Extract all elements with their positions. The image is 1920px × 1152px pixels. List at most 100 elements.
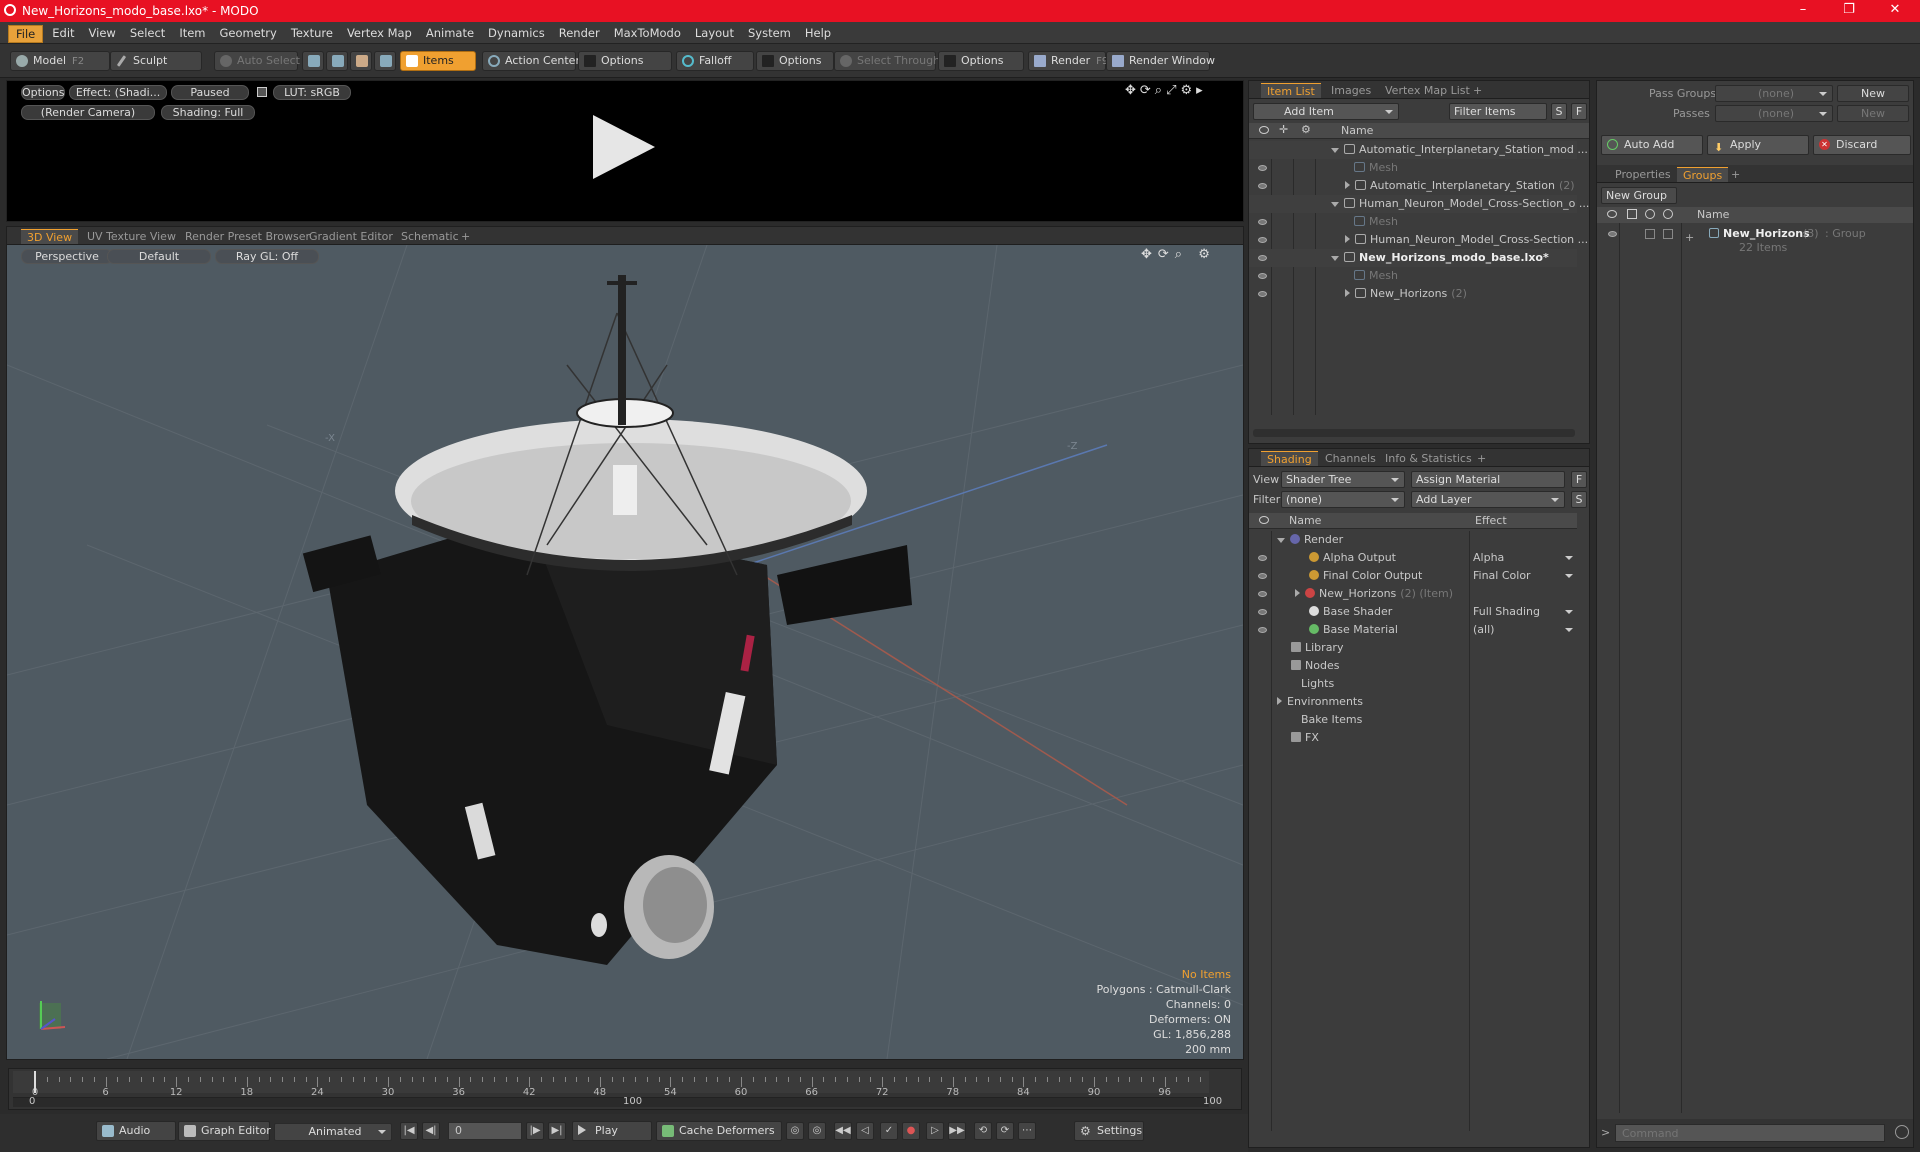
menu-vertex-map[interactable]: Vertex Map bbox=[340, 22, 419, 44]
visibility-eye-icon[interactable] bbox=[1258, 255, 1267, 261]
new-pass-button[interactable]: New bbox=[1837, 105, 1909, 122]
visibility-eye-icon[interactable] bbox=[1258, 273, 1267, 279]
visibility-eye-icon[interactable] bbox=[1258, 183, 1267, 189]
group-row[interactable]: + New_Horizons (3) : Group 22 Items bbox=[1597, 225, 1913, 261]
options-icon[interactable]: ⋯ bbox=[1018, 1122, 1036, 1140]
group-lock-checkbox[interactable] bbox=[1663, 229, 1673, 239]
add-tab-icon[interactable]: + bbox=[1471, 451, 1492, 466]
shader-tree-row[interactable]: Bake Items bbox=[1249, 711, 1577, 729]
preview-shading-dropdown[interactable]: Shading: Full bbox=[161, 105, 255, 120]
visibility-eye-icon[interactable] bbox=[1258, 237, 1267, 243]
effect-dropdown[interactable]: (all) bbox=[1473, 621, 1573, 639]
timeline-track[interactable]: 06121824303642485460667278849096 bbox=[13, 1071, 1209, 1098]
visibility-eye-icon[interactable] bbox=[1258, 609, 1267, 615]
menu-texture[interactable]: Texture bbox=[284, 22, 340, 44]
item-list-f-button[interactable]: F bbox=[1571, 103, 1587, 120]
falloff-button[interactable]: Falloff bbox=[676, 51, 754, 71]
menu-help[interactable]: Help bbox=[798, 22, 838, 44]
preview-options-button[interactable]: Options bbox=[21, 85, 65, 100]
shader-tree-row[interactable]: Render bbox=[1249, 531, 1577, 549]
current-frame-field[interactable]: 0 bbox=[448, 1122, 522, 1140]
menu-system[interactable]: System bbox=[741, 22, 798, 44]
lock-icon[interactable] bbox=[257, 87, 267, 97]
menu-edit[interactable]: Edit bbox=[45, 22, 81, 44]
menu-layout[interactable]: Layout bbox=[688, 22, 741, 44]
graph-editor-button[interactable]: Graph Editor bbox=[178, 1121, 271, 1141]
audio-button[interactable]: Audio bbox=[96, 1121, 176, 1141]
shader-tree-row[interactable]: Base Shader Full Shading bbox=[1249, 603, 1577, 621]
step-back-icon[interactable]: ◁ bbox=[856, 1122, 874, 1140]
prev-frame-icon[interactable]: ◀◀ bbox=[834, 1122, 852, 1140]
item-list-row[interactable]: New_Horizons (2) bbox=[1249, 285, 1577, 303]
loop-icon[interactable]: ⟲ bbox=[974, 1122, 992, 1140]
expand-arrow-icon[interactable] bbox=[1295, 589, 1300, 597]
action-center-options-button[interactable]: Options bbox=[578, 51, 672, 71]
close-button[interactable]: ✕ bbox=[1872, 0, 1918, 22]
tab-item-list[interactable]: Item List bbox=[1261, 83, 1321, 98]
command-input[interactable] bbox=[1615, 1124, 1885, 1142]
tab-groups[interactable]: Groups bbox=[1677, 167, 1729, 182]
shader-tree-row[interactable]: Base Material (all) bbox=[1249, 621, 1577, 639]
collapse-arrow-icon[interactable] bbox=[1331, 148, 1339, 153]
add-item-dropdown[interactable]: Add Item bbox=[1253, 103, 1399, 120]
go-to-end-icon[interactable]: ▶| bbox=[548, 1122, 566, 1140]
add-tab-icon[interactable]: + bbox=[1467, 83, 1488, 98]
menu-item[interactable]: Item bbox=[172, 22, 212, 44]
item-list-row[interactable]: Human_Neuron_Model_Cross-Section_o ... bbox=[1249, 195, 1589, 213]
menu-render[interactable]: Render bbox=[552, 22, 607, 44]
menu-view[interactable]: View bbox=[82, 22, 123, 44]
pass-groups-dropdown[interactable]: (none) bbox=[1715, 85, 1833, 102]
item-list-row[interactable]: Human_Neuron_Model_Cross-Section ... bbox=[1249, 231, 1588, 249]
shader-tree-row[interactable]: Library bbox=[1249, 639, 1577, 657]
collapse-arrow-icon[interactable] bbox=[1331, 202, 1339, 207]
render-window-button[interactable]: Render Window bbox=[1106, 51, 1215, 71]
next-frame-icon[interactable]: ▶▶ bbox=[948, 1122, 966, 1140]
add-layer-dropdown[interactable]: Add Layer bbox=[1411, 491, 1565, 508]
group-expand-icon[interactable]: + bbox=[1685, 231, 1694, 244]
menu-animate[interactable]: Animate bbox=[419, 22, 481, 44]
polygons-mode-button[interactable] bbox=[350, 51, 372, 71]
refresh-icon[interactable]: ⟳ bbox=[996, 1122, 1014, 1140]
next-key-icon[interactable]: |▶ bbox=[526, 1122, 544, 1140]
select-through-options-button[interactable]: Options bbox=[938, 51, 1024, 71]
preview-lut-dropdown[interactable]: LUT: sRGB bbox=[273, 85, 351, 100]
shader-tree-dropdown[interactable]: Shader Tree bbox=[1281, 471, 1405, 488]
item-list-row[interactable]: New_Horizons_modo_base.lxo* bbox=[1249, 249, 1577, 267]
maximize-button[interactable]: ❐ bbox=[1826, 0, 1872, 22]
shader-tree-row[interactable]: New_Horizons (2) (Item) bbox=[1249, 585, 1577, 603]
animated-dropdown[interactable]: Animated bbox=[274, 1123, 392, 1141]
preview-camera-dropdown[interactable]: (Render Camera) bbox=[21, 105, 155, 120]
discard-button[interactable]: ✕ Discard bbox=[1813, 135, 1911, 155]
tab-vertex-map-list[interactable]: Vertex Map List bbox=[1379, 83, 1476, 98]
visibility-eye-icon[interactable] bbox=[1258, 165, 1267, 171]
visibility-eye-icon[interactable] bbox=[1258, 591, 1267, 597]
key-channels-icon[interactable]: ◎ bbox=[808, 1122, 826, 1140]
edges-mode-button[interactable] bbox=[326, 51, 348, 71]
menu-file[interactable]: File bbox=[8, 24, 44, 43]
step-forward-icon[interactable]: ▷ bbox=[926, 1122, 944, 1140]
add-tab-icon[interactable]: + bbox=[1725, 167, 1746, 182]
shading-f-button[interactable]: F bbox=[1571, 471, 1587, 488]
tab-channels[interactable]: Channels bbox=[1319, 451, 1382, 466]
menu-maxtomodo[interactable]: MaxToModo bbox=[607, 22, 688, 44]
collapse-arrow-icon[interactable] bbox=[1331, 256, 1339, 261]
command-expand-icon[interactable]: > bbox=[1601, 1126, 1610, 1139]
tab-shading[interactable]: Shading bbox=[1261, 451, 1318, 466]
filter-items-input[interactable]: Filter Items bbox=[1449, 103, 1547, 120]
expand-arrow-icon[interactable] bbox=[1345, 181, 1350, 189]
cache-deformers-button[interactable]: Cache Deformers bbox=[656, 1121, 782, 1141]
item-list-scrollbar[interactable] bbox=[1253, 429, 1575, 437]
effect-dropdown[interactable]: Full Shading bbox=[1473, 603, 1573, 621]
passes-dropdown[interactable]: (none) bbox=[1715, 105, 1833, 122]
apply-button[interactable]: ⬇ Apply bbox=[1707, 135, 1809, 155]
collapse-arrow-icon[interactable] bbox=[1277, 538, 1285, 543]
vertices-mode-button[interactable] bbox=[302, 51, 324, 71]
key-icon[interactable]: ◎ bbox=[786, 1122, 804, 1140]
play-button[interactable]: Play bbox=[572, 1121, 652, 1141]
playhead[interactable] bbox=[34, 1071, 36, 1093]
tab-3d-view[interactable]: 3D View bbox=[21, 229, 79, 244]
play-preview-icon[interactable] bbox=[593, 115, 655, 179]
expand-arrow-icon[interactable] bbox=[1277, 697, 1282, 705]
items-mode-button[interactable]: Items bbox=[400, 51, 476, 71]
item-list-s-button[interactable]: S bbox=[1551, 103, 1567, 120]
